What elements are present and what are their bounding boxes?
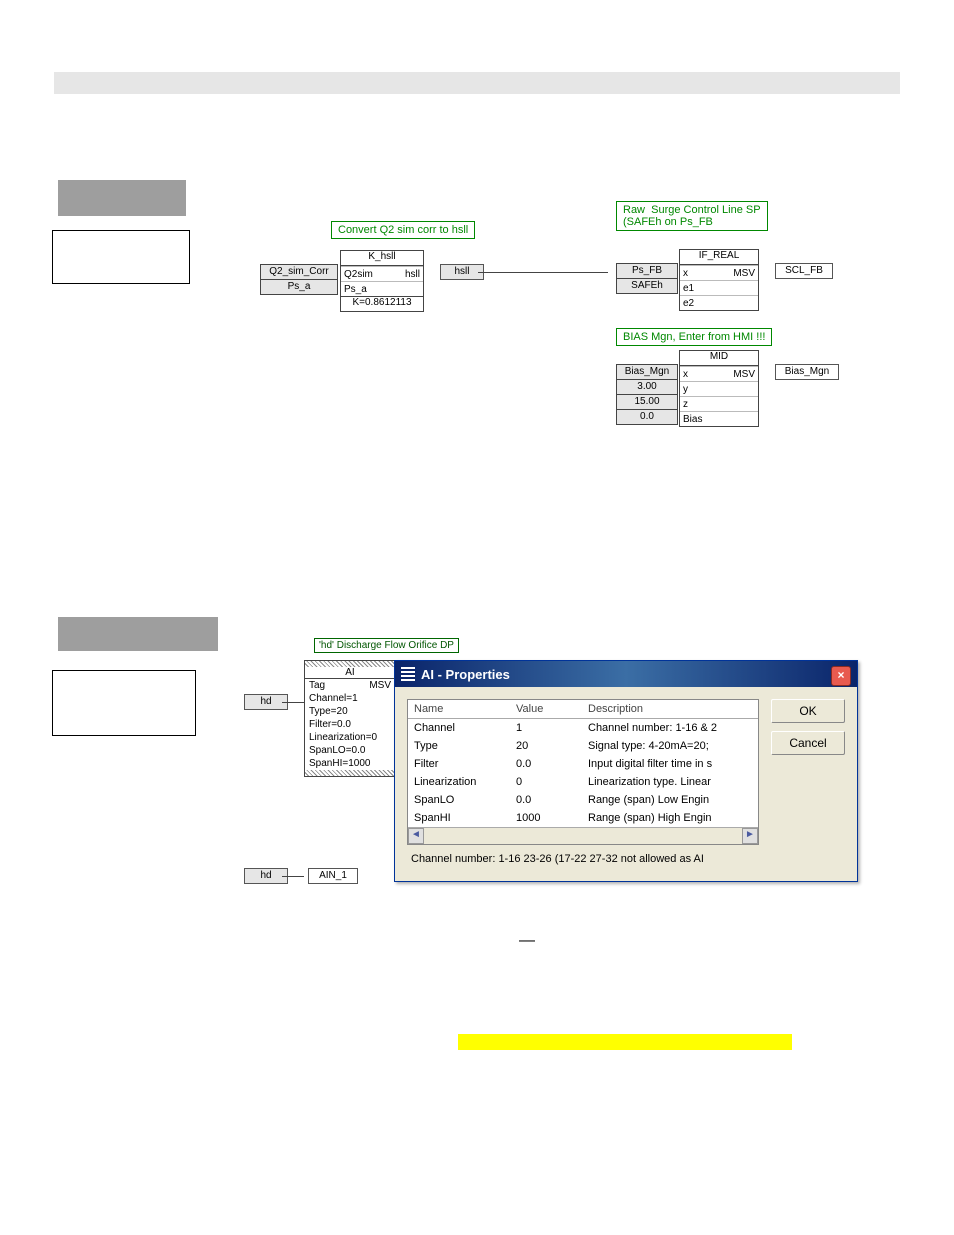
cancel-button[interactable]: Cancel [771, 731, 845, 755]
decor-box-2 [52, 670, 196, 736]
block-title: K_hsll [341, 251, 423, 266]
out-biasmgn: Bias_Mgn [775, 364, 839, 380]
label-raw-surge: Raw Surge Control Line SP (SAFEh on Ps_F… [616, 201, 768, 231]
decor-box-1 [52, 230, 190, 284]
grid-row[interactable]: Channel1Channel number: 1-16 & 2 [408, 719, 758, 737]
k-value: K=0.8612113 [341, 296, 423, 311]
in-q2sim: Q2_sim_Corr [260, 264, 338, 280]
in-3: 3.00 [616, 379, 678, 395]
wire-hsll [478, 272, 608, 273]
grid-row[interactable]: SpanLO0.0Range (span) Low Engin [408, 791, 758, 809]
decor-shadow-2 [58, 617, 218, 651]
out-sclfb: SCL_FB [775, 263, 833, 279]
scroll-right-icon[interactable]: ► [742, 828, 758, 844]
grid-row[interactable]: Type20Signal type: 4-20mA=20; [408, 737, 758, 755]
h-scrollbar[interactable]: ◄► [408, 827, 758, 844]
scroll-left-icon[interactable]: ◄ [408, 828, 424, 844]
in-psa: Ps_a [260, 279, 338, 295]
page-header-bar [54, 72, 900, 94]
col-desc: Description [582, 700, 758, 719]
stray-dash: — [519, 932, 535, 950]
ok-button[interactable]: OK [771, 699, 845, 723]
in-15: 15.00 [616, 394, 678, 410]
dialog-titlebar[interactable]: AI - Properties × [395, 661, 857, 687]
label-hd: 'hd' Discharge Flow Orifice DP [314, 638, 459, 653]
wire-hd2 [282, 876, 304, 877]
block-if-real: IF_REAL xMSV e1 e2 [679, 249, 759, 311]
properties-grid: Name Value Description Channel1Channel n… [407, 699, 759, 845]
wire-hd1 [282, 702, 304, 703]
in-safeh: SAFEh [616, 278, 678, 294]
decor-shadow-1 [58, 180, 186, 216]
dialog-icon [401, 667, 415, 681]
in-psfb: Ps_FB [616, 263, 678, 279]
dialog-ai-properties: AI - Properties × Name Value Description… [394, 660, 858, 882]
dialog-status: Channel number: 1-16 23-26 (17-22 27-32 … [407, 845, 845, 869]
block-ai: AI TagMSV Channel=1 Type=20 Filter=0.0 L… [304, 660, 396, 777]
out-ain1: AIN_1 [308, 868, 358, 884]
label-convert: Convert Q2 sim corr to hsll [331, 221, 475, 239]
highlight-bar [458, 1034, 792, 1050]
label-bias: BIAS Mgn, Enter from HMI !!! [616, 328, 772, 346]
in-biasmgn: Bias_Mgn [616, 364, 678, 380]
block-k-hsll: K_hsll Q2simhsll Ps_a K=0.8612113 [340, 250, 424, 312]
in-0: 0.0 [616, 409, 678, 425]
close-icon[interactable]: × [831, 666, 851, 686]
col-name: Name [408, 700, 510, 719]
grid-row[interactable]: Linearization0Linearization type. Linear [408, 773, 758, 791]
block-mid: MID xMSV y z Bias [679, 350, 759, 427]
grid-row[interactable]: Filter0.0Input digital filter time in s [408, 755, 758, 773]
grid-row[interactable]: SpanHI1000Range (span) High Engin [408, 809, 758, 827]
col-value: Value [510, 700, 582, 719]
dialog-title-text: AI - Properties [421, 667, 510, 682]
